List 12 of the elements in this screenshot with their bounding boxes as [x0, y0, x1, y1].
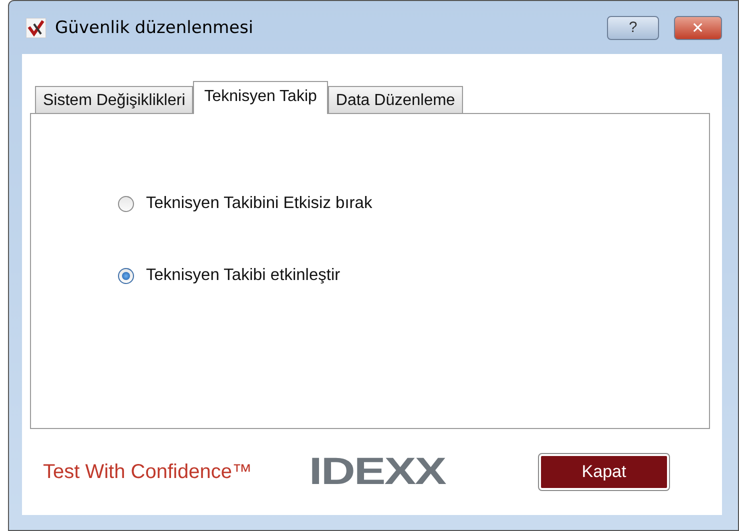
radio-label: Teknisyen Takibini Etkisiz bırak: [146, 194, 372, 213]
app-check-icon: [26, 18, 46, 38]
radio-button[interactable]: [118, 268, 134, 284]
tab[interactable]: Teknisyen Takip: [193, 81, 328, 114]
window-title: Güvenlik düzenlenmesi: [55, 18, 254, 38]
slogan-text: Test With Confidence™: [43, 460, 253, 484]
close-dialog-button[interactable]: Kapat: [539, 454, 669, 490]
tab[interactable]: Data Düzenleme: [328, 86, 464, 113]
radio-button[interactable]: [118, 196, 134, 212]
help-button[interactable]: ?: [607, 16, 659, 40]
radio-label: Teknisyen Takibi etkinleştir: [146, 266, 340, 285]
tab[interactable]: Sistem Değişiklikleri: [35, 86, 194, 113]
